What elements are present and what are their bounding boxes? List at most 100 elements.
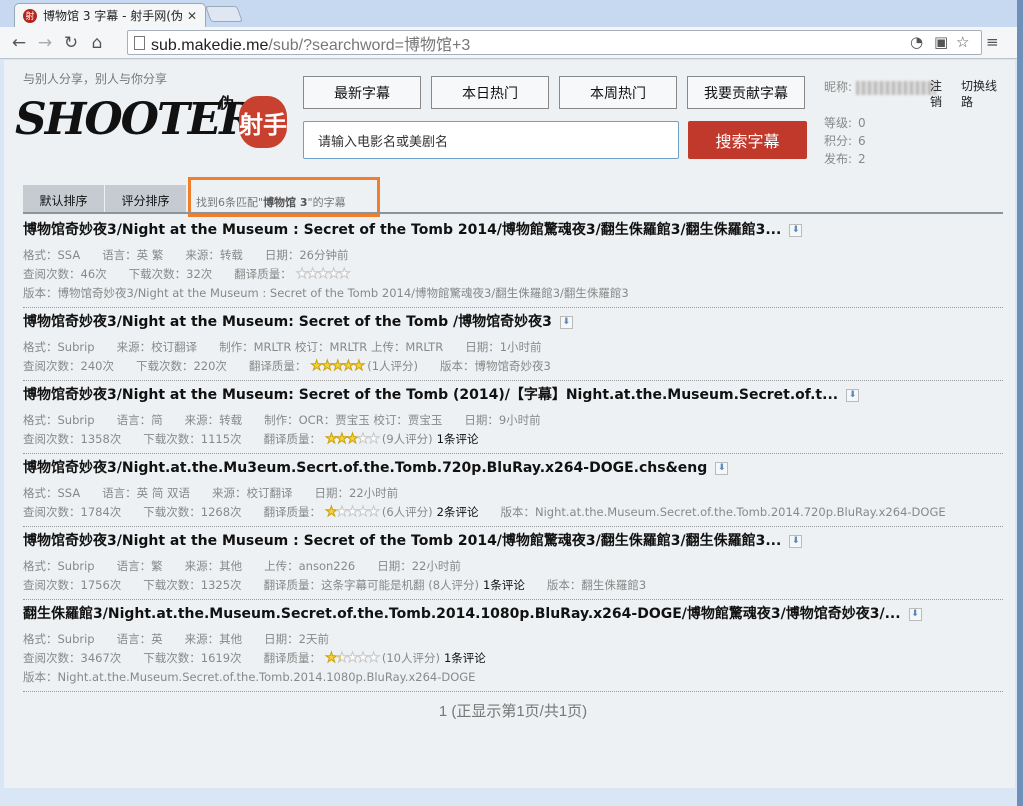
result-item: 博物馆奇妙夜3/Night at the Museum : Secret of …	[23, 527, 1003, 600]
result-title-text[interactable]: 博物馆奇妙夜3/Night at the Museum : Secret of …	[23, 533, 781, 549]
level-value: 0	[858, 116, 866, 130]
week-hot-button[interactable]: 本周热门	[559, 76, 677, 109]
result-meta-line: 查阅次数：240次 下载次数：220次 翻译质量： ★★★★★ (1人评分) 版本：博物馆…	[23, 357, 1003, 376]
meta-field: 查阅次数：1756次	[23, 578, 122, 592]
result-title[interactable]: 博物馆奇妙夜3/Night at the Museum: Secret of t…	[23, 385, 1003, 405]
result-title-text[interactable]: 博物馆奇妙夜3/Night at the Museum : Secret of …	[23, 222, 781, 238]
meta-field: (10人评分)	[381, 651, 440, 665]
home-icon[interactable]: ⌂	[84, 33, 110, 53]
meta-field: 版本：翻生侏羅館3	[546, 578, 647, 592]
tab-default-sort[interactable]: 默认排序	[23, 185, 105, 212]
star-icon: ★	[325, 504, 338, 521]
download-icon[interactable]: ⬇	[715, 461, 729, 475]
browser-tab[interactable]: 射 博物馆 3 字幕 - 射手网(伪 ✕	[14, 3, 206, 27]
latest-subs-button[interactable]: 最新字幕	[303, 76, 421, 109]
found-term: 博物馆 3	[263, 196, 308, 209]
close-tab-icon[interactable]: ✕	[187, 9, 197, 23]
meta-field: 来源：转载	[184, 413, 243, 427]
reload-icon[interactable]: ↻	[58, 33, 84, 53]
logo-seal: 射手	[239, 96, 287, 148]
result-meta-line: 版本：博物馆奇妙夜3/Night at the Museum : Secret …	[23, 284, 1003, 303]
points-label: 积分:	[824, 134, 853, 148]
menu-icon[interactable]: ≡	[986, 33, 999, 51]
meta-field: 日期：1小时前	[465, 340, 542, 354]
meta-field: 查阅次数：3467次	[23, 651, 122, 665]
switch-line-link[interactable]: 切换线路	[961, 78, 999, 110]
extension-icon[interactable]: ◔	[910, 33, 923, 51]
tab-title: 博物馆 3 字幕 - 射手网(伪	[43, 9, 183, 23]
result-title-text[interactable]: 博物馆奇妙夜3/Night at the Museum: Secret of t…	[23, 314, 552, 330]
meta-field: 日期：22小时前	[314, 486, 399, 500]
pagination[interactable]: 1 (正显示第1页/共1页)	[23, 692, 1003, 721]
logout-link[interactable]: 注销	[930, 78, 944, 110]
download-icon[interactable]: ⬇	[789, 534, 803, 548]
new-tab-button[interactable]	[205, 6, 243, 22]
meta-field: 下载次数：220次	[135, 359, 227, 373]
search-button[interactable]: 搜索字幕	[688, 121, 807, 159]
result-title[interactable]: 博物馆奇妙夜3/Night at the Museum : Secret of …	[23, 531, 1003, 551]
result-title[interactable]: 翻生侏羅館3/Night.at.the.Museum.Secret.of.the…	[23, 604, 1003, 624]
result-title-text[interactable]: 博物馆奇妙夜3/Night at the Museum: Secret of t…	[23, 387, 838, 403]
result-title[interactable]: 博物馆奇妙夜3/Night at the Museum: Secret of t…	[23, 312, 1003, 332]
star-icon: ★	[310, 358, 323, 375]
meta-field: 来源：其他	[184, 559, 243, 573]
comments-link[interactable]: 2条评论	[437, 505, 479, 519]
result-meta-line: 查阅次数：3467次 下载次数：1619次 翻译质量： ★★★★★ (10人评分) 1条评…	[23, 649, 1003, 668]
download-icon[interactable]: ⬇	[559, 315, 573, 329]
download-icon[interactable]: ⬇	[846, 388, 860, 402]
shooter-logo[interactable]: SHOOTER 伪 射手	[13, 90, 293, 150]
star-icon: ★	[295, 266, 308, 283]
meta-field: 日期：9小时前	[464, 413, 541, 427]
star-icon: ★	[367, 650, 380, 667]
search-input[interactable]: 请输入电影名或美剧名	[303, 121, 679, 159]
address-bar[interactable]: sub.makedie.me/sub/?searchword=博物馆+3	[127, 30, 982, 55]
found-count: 找到6条匹配"博物馆 3"的字幕	[188, 177, 380, 217]
meta-field: (9人评分)	[381, 432, 433, 446]
url-path: /sub/?searchword=博物馆+3	[268, 36, 471, 54]
result-title[interactable]: 博物馆奇妙夜3/Night at the Museum : Secret of …	[23, 220, 1003, 240]
star-icon: ★	[331, 358, 344, 375]
result-meta-line: 查阅次数：1358次 下载次数：1115次 翻译质量： ★★★★★ (9人评分) 1条评论	[23, 430, 1003, 449]
meta-field: 下载次数：1268次	[143, 505, 242, 519]
meta-field: 格式：Subrip	[23, 413, 95, 427]
meta-field: 格式：SSA	[23, 248, 81, 262]
meta-field: 格式：Subrip	[23, 340, 95, 354]
star-icon: ★	[356, 431, 369, 448]
star-icon: ★	[346, 650, 359, 667]
comments-link[interactable]: 1条评论	[437, 432, 479, 446]
contribute-button[interactable]: 我要贡献字幕	[687, 76, 805, 109]
star-icon: ★	[316, 266, 329, 283]
nickname-row: 昵称:	[824, 78, 936, 95]
download-icon[interactable]: ⬇	[789, 223, 803, 237]
meta-field: 语言：繁	[116, 559, 163, 573]
back-icon[interactable]: ←	[6, 33, 32, 53]
today-hot-button[interactable]: 本日热门	[431, 76, 549, 109]
forward-icon[interactable]: →	[32, 33, 58, 53]
meta-field: 版本：博物馆奇妙夜3/Night at the Museum : Secret …	[23, 286, 629, 300]
meta-field: 格式：Subrip	[23, 632, 95, 646]
meta-field: 查阅次数：240次	[23, 359, 114, 373]
meta-field: 语言：简	[116, 413, 163, 427]
result-title-text[interactable]: 博物馆奇妙夜3/Night.at.the.Mu3eum.Secrt.of.the…	[23, 460, 707, 476]
results-list: 博物馆奇妙夜3/Night at the Museum : Secret of …	[23, 216, 1003, 721]
meta-field: 查阅次数：1784次	[23, 505, 122, 519]
found-suffix: "的字幕	[307, 196, 346, 209]
translate-icon[interactable]: ▣	[934, 33, 948, 51]
tab-rating-sort[interactable]: 评分排序	[105, 185, 187, 212]
star-icon: ★	[338, 266, 351, 283]
rating-stars: ★★★★★	[325, 649, 381, 668]
meta-field: 格式：Subrip	[23, 559, 95, 573]
star-icon: ★	[346, 504, 359, 521]
bookmark-star-icon[interactable]: ☆	[956, 33, 969, 51]
browser-toolbar: ← → ↻ ⌂ sub.makedie.me/sub/?searchword=博…	[0, 27, 1017, 59]
star-icon: ★	[356, 504, 369, 521]
meta-field: 来源：校订翻译	[212, 486, 293, 500]
comments-link[interactable]: 1条评论	[444, 651, 486, 665]
star-icon: ★	[335, 504, 348, 521]
result-title-text[interactable]: 翻生侏羅館3/Night.at.the.Museum.Secret.of.the…	[23, 606, 901, 622]
nickname-blurred	[855, 80, 936, 95]
download-icon[interactable]: ⬇	[908, 607, 922, 621]
star-icon: ★	[342, 358, 355, 375]
comments-link[interactable]: 1条评论	[483, 578, 525, 592]
result-title[interactable]: 博物馆奇妙夜3/Night.at.the.Mu3eum.Secrt.of.the…	[23, 458, 1003, 478]
